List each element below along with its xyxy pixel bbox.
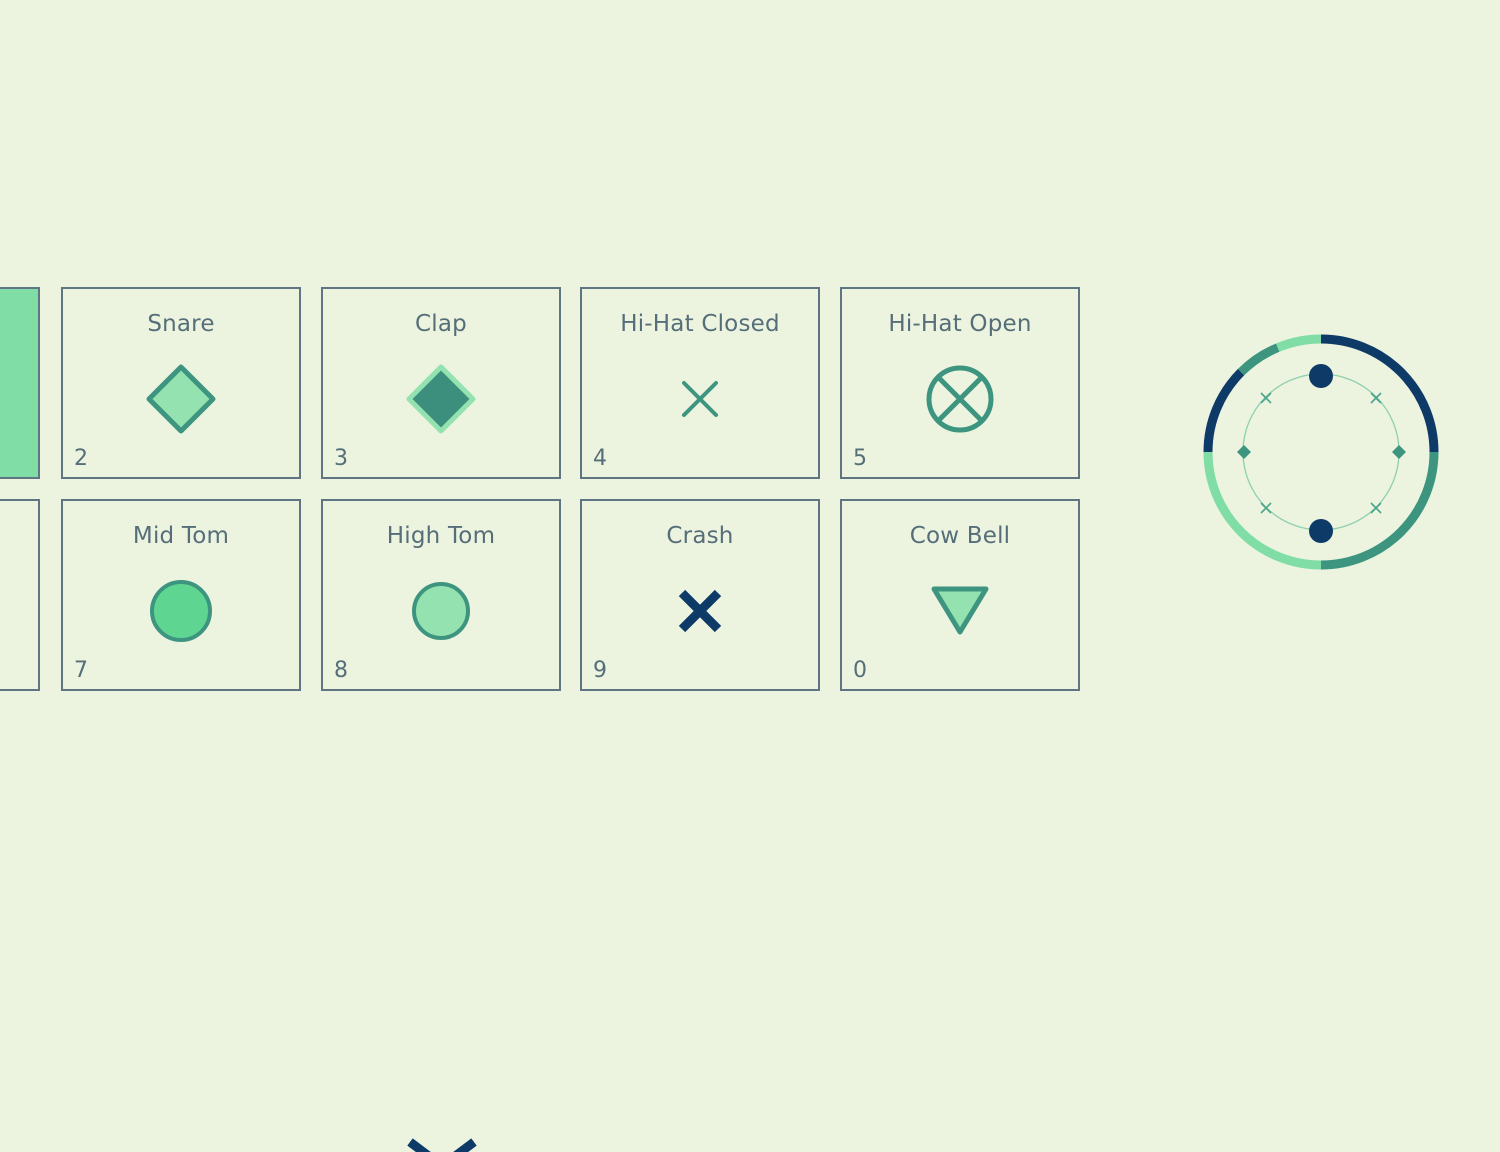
beat-diamond	[1392, 445, 1406, 459]
circle-light-icon	[401, 571, 481, 651]
triangle-down-icon	[920, 571, 1000, 651]
ring-segment	[1237, 343, 1280, 376]
pad-label: Clap	[415, 311, 467, 337]
ring-segment	[1203, 368, 1245, 453]
circle-filled-icon	[141, 571, 221, 651]
pad-key: 5	[853, 446, 867, 471]
pad-key: 7	[74, 658, 88, 683]
beat-x	[1260, 502, 1272, 514]
pad-key: 9	[593, 658, 607, 683]
beat-x	[1370, 392, 1382, 404]
pad-label: Mid Tom	[132, 523, 230, 549]
pad-label: Snare	[147, 311, 215, 337]
pad-label: Hi-Hat Open	[888, 311, 1032, 337]
diamond-filled-icon	[401, 359, 481, 439]
pad-clap[interactable]: Clap 3	[321, 287, 561, 479]
beat-dot	[1309, 364, 1333, 388]
pad-key: 2	[74, 446, 88, 471]
x-thin-icon	[660, 359, 740, 439]
pad-hihat-open[interactable]: Hi-Hat Open 5	[840, 287, 1080, 479]
pad-mid-tom[interactable]: Mid Tom 7	[61, 499, 301, 691]
diamond-outline-icon	[141, 359, 221, 439]
pad-key: 0	[853, 658, 867, 683]
pad-high-tom[interactable]: High Tom 8	[321, 499, 561, 691]
beat-ring-icon	[1196, 327, 1446, 577]
pad-label: Crash	[666, 523, 734, 549]
ring-segment	[1276, 334, 1322, 352]
beat-x	[1370, 502, 1382, 514]
pad-key: 3	[334, 446, 348, 471]
pad-crash[interactable]: Crash 9	[580, 499, 820, 691]
pad-kick[interactable]	[0, 287, 40, 479]
drum-machine: Snare 2 Clap 3 Hi-Hat Closed 4 Hi-Hat Op…	[0, 0, 1500, 1152]
pad-cow-bell[interactable]: Cow Bell 0	[840, 499, 1080, 691]
pad-hihat-closed[interactable]: Hi-Hat Closed 4	[580, 287, 820, 479]
x-bold-icon	[660, 571, 740, 651]
pad-label: High Tom	[386, 523, 496, 549]
pad-label: Hi-Hat Closed	[620, 311, 780, 337]
circle-x-icon	[920, 359, 1000, 439]
beat-x	[1260, 392, 1272, 404]
falling-x-icon	[404, 1134, 480, 1152]
pad-key: 8	[334, 658, 348, 683]
beat-dot	[1309, 519, 1333, 543]
pad-low-tom[interactable]	[0, 499, 40, 691]
pad-snare[interactable]: Snare 2	[61, 287, 301, 479]
beat-diamond	[1237, 445, 1251, 459]
pad-key: 4	[593, 446, 607, 471]
pad-label: Cow Bell	[909, 523, 1011, 549]
